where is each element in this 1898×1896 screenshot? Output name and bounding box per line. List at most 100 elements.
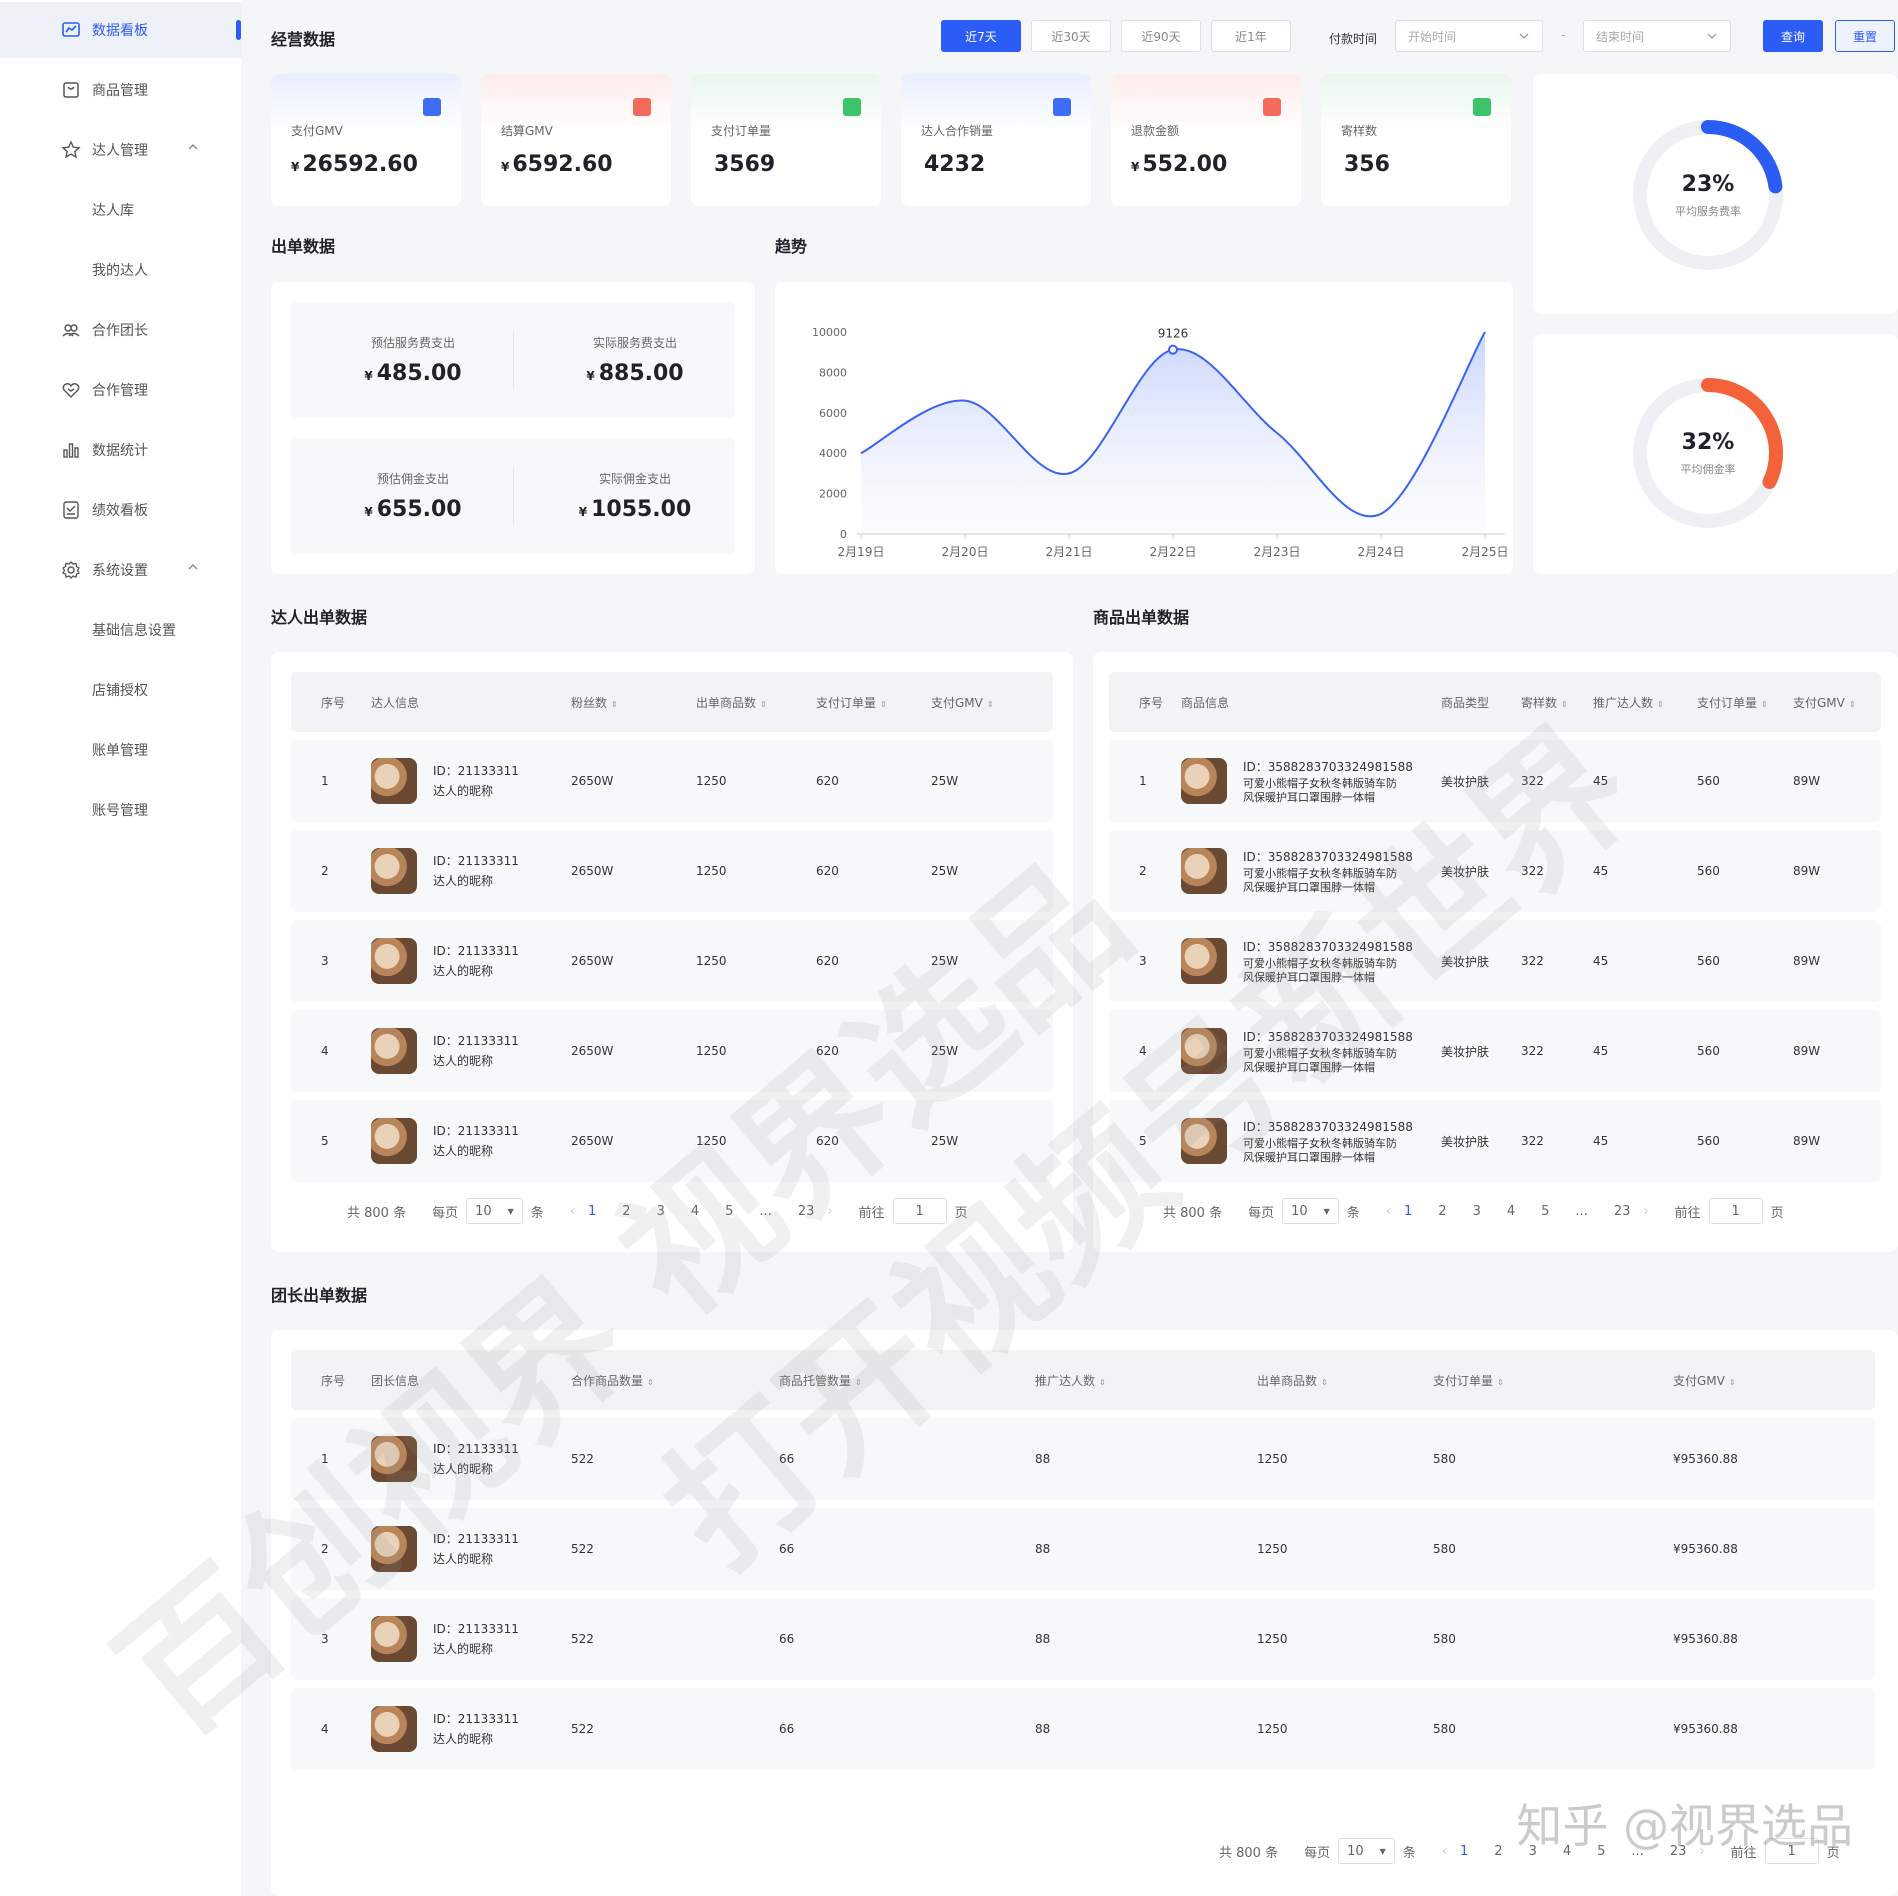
page-number[interactable]: 5	[725, 1204, 733, 1219]
page-number[interactable]: ...	[1575, 1204, 1587, 1219]
sidebar-item[interactable]: 店铺授权	[0, 662, 241, 718]
table-row[interactable]: 1 ID：21133311 达人的昵称 2650W 1250 620 25W	[291, 740, 1053, 822]
page-number[interactable]: 1	[1404, 1204, 1412, 1219]
kpi-icon	[1473, 98, 1491, 116]
sort-icon[interactable]: ⇕	[855, 1378, 862, 1387]
sort-icon[interactable]: ⇕	[1849, 700, 1856, 709]
table-row[interactable]: 3 ID：21133311 达人的昵称 522 66 88 1250 580 ¥95360.88	[291, 1598, 1875, 1680]
range-tab[interactable]: 近90天	[1121, 20, 1201, 52]
sidebar-item[interactable]: 达人管理	[0, 122, 241, 178]
sidebar-item[interactable]: 合作团长	[0, 302, 241, 358]
column-header[interactable]: 出单商品数 ⇕	[696, 672, 816, 732]
sort-icon[interactable]: ⇕	[611, 700, 618, 709]
sidebar-item[interactable]: 数据统计	[0, 422, 241, 478]
prev-page-icon[interactable]: ‹	[1442, 1844, 1447, 1859]
page-size-select[interactable]: 10 ▼	[1338, 1838, 1395, 1864]
start-time-select[interactable]: 开始时间	[1395, 20, 1543, 52]
chevron-down-icon	[1519, 33, 1529, 39]
chevron-up-icon[interactable]	[186, 560, 200, 574]
section-title-trend: 趋势	[775, 237, 808, 256]
page-number[interactable]: 2	[1494, 1844, 1502, 1859]
page-number[interactable]: 1	[1460, 1844, 1468, 1859]
sidebar-item[interactable]: 系统设置	[0, 542, 241, 598]
sidebar-item[interactable]: 商品管理	[0, 62, 241, 118]
sort-icon[interactable]: ⇕	[1321, 1378, 1328, 1387]
column-header[interactable]: 支付GMV ⇕	[931, 672, 1053, 732]
goto-page-input[interactable]: 1	[892, 1198, 947, 1224]
sidebar-item[interactable]: 绩效看板	[0, 482, 241, 538]
page-size-select[interactable]: 10 ▼	[1282, 1198, 1339, 1224]
table-row[interactable]: 2 ID：21133311 达人的昵称 522 66 88 1250 580 ¥95360.88	[291, 1508, 1875, 1590]
chevron-up-icon[interactable]	[186, 140, 200, 154]
column-header[interactable]: 出单商品数 ⇕	[1257, 1350, 1433, 1410]
table-row[interactable]: 4 ID：21133311 达人的昵称 522 66 88 1250 580 ¥95360.88	[291, 1688, 1875, 1770]
sidebar-item[interactable]: 达人库	[0, 182, 241, 238]
kpi-card: 寄样数 356	[1321, 74, 1511, 206]
sidebar-item[interactable]: 我的达人	[0, 242, 241, 298]
table-row[interactable]: 5 ID：3588283703324981588 可爱小熊帽子女秋冬韩版骑车防风保暖…	[1109, 1100, 1881, 1182]
page-size-select[interactable]: 10 ▼	[466, 1198, 523, 1224]
query-button[interactable]: 查询	[1763, 20, 1823, 52]
page-number[interactable]: 23	[798, 1204, 815, 1219]
range-tab[interactable]: 近1年	[1211, 20, 1291, 52]
sidebar-item[interactable]: 账单管理	[0, 722, 241, 778]
range-tab[interactable]: 近30天	[1031, 20, 1111, 52]
page-number[interactable]: 4	[691, 1204, 699, 1219]
prev-page-icon[interactable]: ‹	[1386, 1204, 1391, 1219]
sort-icon[interactable]: ⇕	[1657, 700, 1664, 709]
column-header[interactable]: 商品托管数量 ⇕	[779, 1350, 1035, 1410]
sidebar-item[interactable]: 数据看板	[0, 2, 241, 58]
column-header[interactable]: 支付订单量 ⇕	[1433, 1350, 1673, 1410]
sort-icon[interactable]: ⇕	[647, 1378, 654, 1387]
column-header[interactable]: 推广达人数 ⇕	[1593, 672, 1697, 732]
page-number[interactable]: 2	[622, 1204, 630, 1219]
sort-icon[interactable]: ⇕	[1561, 700, 1568, 709]
column-header[interactable]: 推广达人数 ⇕	[1035, 1350, 1257, 1410]
table-row[interactable]: 2 ID：3588283703324981588 可爱小熊帽子女秋冬韩版骑车防风保暖…	[1109, 830, 1881, 912]
page-number[interactable]: 4	[1507, 1204, 1515, 1219]
next-page-icon[interactable]: ›	[827, 1204, 832, 1219]
sidebar-item[interactable]: 账号管理	[0, 782, 241, 838]
sort-icon[interactable]: ⇕	[1729, 1378, 1736, 1387]
reset-button[interactable]: 重置	[1835, 20, 1895, 52]
table-row[interactable]: 3 ID：21133311 达人的昵称 2650W 1250 620 25W	[291, 920, 1053, 1002]
page-number[interactable]: 2	[1438, 1204, 1446, 1219]
table-row[interactable]: 1 ID：3588283703324981588 可爱小熊帽子女秋冬韩版骑车防风保暖…	[1109, 740, 1881, 822]
sort-icon[interactable]: ⇕	[760, 700, 767, 709]
page-number[interactable]: ...	[759, 1204, 771, 1219]
table-row[interactable]: 4 ID：21133311 达人的昵称 2650W 1250 620 25W	[291, 1010, 1053, 1092]
column-header[interactable]: 支付GMV ⇕	[1793, 672, 1881, 732]
end-time-select[interactable]: 结束时间	[1583, 20, 1731, 52]
table-row[interactable]: 3 ID：3588283703324981588 可爱小熊帽子女秋冬韩版骑车防风保暖…	[1109, 920, 1881, 1002]
column-header[interactable]: 支付订单量 ⇕	[1697, 672, 1793, 732]
column-header[interactable]: 粉丝数 ⇕	[571, 672, 696, 732]
column-header[interactable]: 支付订单量 ⇕	[816, 672, 931, 732]
column-header[interactable]: 合作商品数量 ⇕	[571, 1350, 779, 1410]
sort-icon[interactable]: ⇕	[1497, 1378, 1504, 1387]
table-row[interactable]: 1 ID：21133311 达人的昵称 522 66 88 1250 580 ¥95360.88	[291, 1418, 1875, 1500]
page-number[interactable]: 3	[1473, 1204, 1481, 1219]
sidebar-item[interactable]: 合作管理	[0, 362, 241, 418]
page-number[interactable]: 1	[588, 1204, 596, 1219]
column-header-label: 团长信息	[371, 1373, 420, 1388]
sort-icon[interactable]: ⇕	[880, 700, 887, 709]
next-page-icon[interactable]: ›	[1643, 1204, 1648, 1219]
goto-page-input[interactable]: 1	[1708, 1198, 1763, 1224]
cell-no: 1	[321, 774, 329, 788]
sidebar-item[interactable]: 基础信息设置	[0, 602, 241, 658]
column-header[interactable]: 寄样数 ⇕	[1521, 672, 1593, 732]
column-header-label: 序号	[321, 695, 346, 710]
page-number[interactable]: 23	[1614, 1204, 1631, 1219]
prev-page-icon[interactable]: ‹	[570, 1204, 575, 1219]
table-row[interactable]: 5 ID：21133311 达人的昵称 2650W 1250 620 25W	[291, 1100, 1053, 1182]
sort-icon[interactable]: ⇕	[987, 700, 994, 709]
table-row[interactable]: 2 ID：21133311 达人的昵称 2650W 1250 620 25W	[291, 830, 1053, 912]
column-header-label: 合作商品数量	[571, 1373, 644, 1388]
page-number[interactable]: 3	[657, 1204, 665, 1219]
column-header[interactable]: 支付GMV ⇕	[1673, 1350, 1875, 1410]
sort-icon[interactable]: ⇕	[1099, 1378, 1106, 1387]
range-tab[interactable]: 近7天	[941, 20, 1021, 52]
sort-icon[interactable]: ⇕	[1761, 700, 1768, 709]
table-row[interactable]: 4 ID：3588283703324981588 可爱小熊帽子女秋冬韩版骑车防风保暖…	[1109, 1010, 1881, 1092]
page-number[interactable]: 5	[1541, 1204, 1549, 1219]
